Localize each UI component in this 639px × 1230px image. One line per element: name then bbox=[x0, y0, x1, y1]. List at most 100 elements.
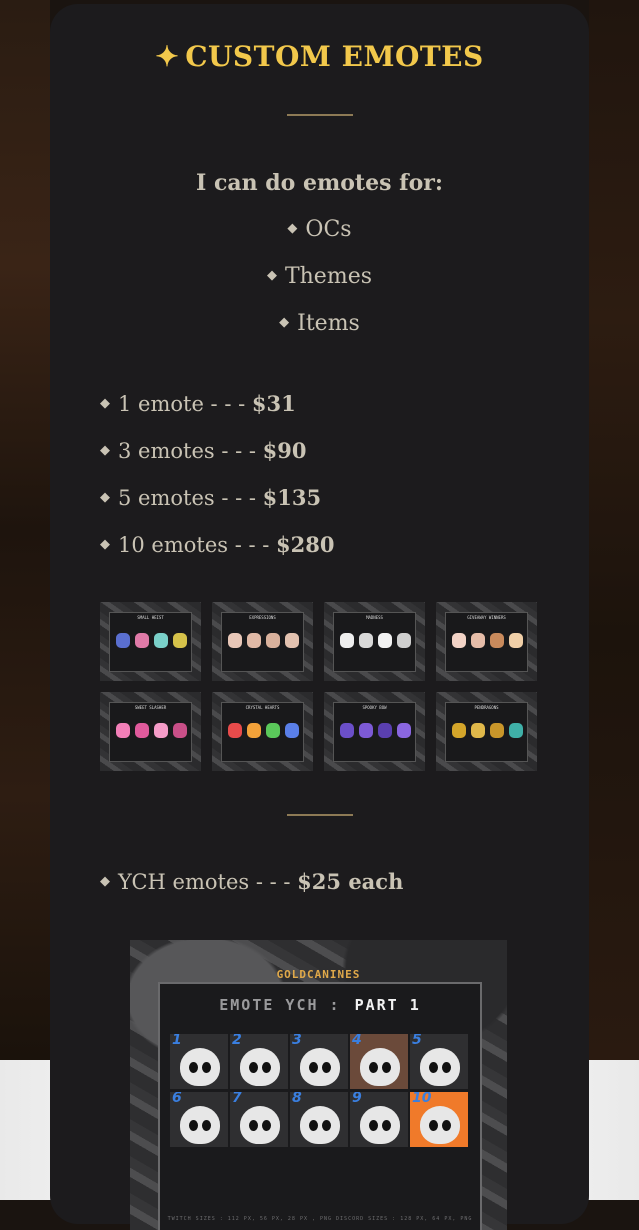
emote-example-thumbnail[interactable]: SPOOKY BOW bbox=[324, 692, 425, 771]
diamond-icon: ◆ bbox=[100, 537, 110, 552]
thumbnail-label: CRYSTAL HEARTS bbox=[245, 705, 280, 710]
emote-face bbox=[180, 1048, 220, 1086]
eye bbox=[262, 1062, 271, 1073]
thumbnail-panel: SWEET SLASHER bbox=[109, 702, 192, 762]
emote-preview bbox=[452, 723, 466, 738]
emote-number: 6 bbox=[172, 1092, 182, 1106]
ych-emote-cell: 10 bbox=[410, 1092, 468, 1147]
emote-preview bbox=[173, 723, 187, 738]
option-label: OCs bbox=[305, 217, 352, 242]
emote-preview bbox=[359, 633, 373, 648]
emote-face bbox=[240, 1106, 280, 1144]
sparkle-icon: ✦ bbox=[155, 40, 180, 73]
eye bbox=[249, 1062, 258, 1073]
emote-face bbox=[420, 1048, 460, 1086]
ych-heading: EMOTE YCH : PART 1 bbox=[160, 996, 480, 1014]
emote-preview bbox=[471, 723, 485, 738]
option-themes: ◆ Themes bbox=[50, 264, 589, 289]
price-value: $90 bbox=[262, 438, 307, 463]
price-value: $135 bbox=[262, 485, 322, 510]
thumbnail-label: GIVEAWAY WINNERS bbox=[467, 615, 506, 620]
ych-emote-cell: 1 bbox=[170, 1034, 228, 1089]
page-title-text: CUSTOM EMOTES bbox=[185, 40, 484, 73]
emote-face bbox=[240, 1048, 280, 1086]
emote-preview bbox=[509, 723, 523, 738]
emote-preview bbox=[116, 723, 130, 738]
eye bbox=[322, 1062, 331, 1073]
thumbnail-panel: CRYSTAL HEARTS bbox=[221, 702, 304, 762]
ych-preview-image[interactable]: GOLDCANINES EMOTE YCH : PART 1 TWITCH SIZ… bbox=[130, 940, 507, 1230]
eye bbox=[442, 1120, 451, 1131]
price-row-1: ◆ 1 emote - - - $31 bbox=[100, 391, 296, 416]
price-value: $25 each bbox=[297, 869, 404, 894]
thumbnail-panel: PENDRAGONS bbox=[445, 702, 528, 762]
emote-face bbox=[300, 1048, 340, 1086]
emote-preview bbox=[173, 633, 187, 648]
eye bbox=[262, 1120, 271, 1131]
thumbnail-label: EXPRESSIONS bbox=[249, 615, 276, 620]
thumbnail-panel: SPOOKY BOW bbox=[333, 702, 416, 762]
emote-number: 10 bbox=[412, 1092, 432, 1106]
eye bbox=[309, 1120, 318, 1131]
emote-preview bbox=[285, 723, 299, 738]
thumbnail-label: MADNESS bbox=[366, 615, 383, 620]
thumbnail-panel: EXPRESSIONS bbox=[221, 612, 304, 672]
diamond-icon: ◆ bbox=[287, 221, 298, 236]
emote-example-thumbnail[interactable]: SMALL HEIST bbox=[100, 602, 201, 681]
emote-number: 1 bbox=[172, 1034, 182, 1048]
diamond-icon: ◆ bbox=[100, 874, 110, 889]
emote-example-thumbnail[interactable]: SWEET SLASHER bbox=[100, 692, 201, 771]
thumbnail-panel: MADNESS bbox=[333, 612, 416, 672]
emote-number: 7 bbox=[232, 1092, 242, 1106]
thumbnail-label: SMALL HEIST bbox=[137, 615, 164, 620]
emote-preview bbox=[228, 723, 242, 738]
diamond-icon: ◆ bbox=[100, 396, 110, 411]
emote-example-thumbnail[interactable]: PENDRAGONS bbox=[436, 692, 537, 771]
eye bbox=[442, 1062, 451, 1073]
diamond-icon: ◆ bbox=[266, 268, 277, 283]
ych-emote-cell: 2 bbox=[230, 1034, 288, 1089]
diamond-icon: ◆ bbox=[100, 443, 110, 458]
emote-preview bbox=[154, 633, 168, 648]
thumbnail-label: PENDRAGONS bbox=[474, 705, 499, 710]
price-row-5: ◆ 5 emotes - - - $135 bbox=[100, 485, 321, 510]
emote-preview bbox=[340, 723, 354, 738]
price-label: 10 emotes - - - bbox=[118, 533, 277, 557]
eye bbox=[309, 1062, 318, 1073]
ych-emote-cell: 8 bbox=[290, 1092, 348, 1147]
emote-face bbox=[300, 1106, 340, 1144]
brand-logo: GOLDCANINES bbox=[276, 968, 361, 981]
divider-top bbox=[286, 114, 353, 116]
price-row-3: ◆ 3 emotes - - - $90 bbox=[100, 438, 307, 463]
ych-price-row: ◆ YCH emotes - - - $25 each bbox=[100, 869, 403, 894]
emote-example-thumbnail[interactable]: GIVEAWAY WINNERS bbox=[436, 602, 537, 681]
emote-number: 3 bbox=[292, 1034, 302, 1048]
eye bbox=[202, 1062, 211, 1073]
emote-preview bbox=[266, 633, 280, 648]
emote-preview bbox=[471, 633, 485, 648]
option-ocs: ◆ OCs bbox=[50, 217, 589, 242]
emote-preview bbox=[397, 633, 411, 648]
emote-example-thumbnail[interactable]: EXPRESSIONS bbox=[212, 602, 313, 681]
emote-preview bbox=[116, 633, 130, 648]
thumbnail-label: SWEET SLASHER bbox=[134, 705, 167, 710]
emote-example-thumbnail[interactable]: MADNESS bbox=[324, 602, 425, 681]
emote-preview bbox=[340, 633, 354, 648]
price-value: $280 bbox=[276, 532, 335, 557]
emote-preview bbox=[266, 723, 280, 738]
price-label: 3 emotes - - - bbox=[118, 439, 263, 463]
eye bbox=[369, 1062, 378, 1073]
eye bbox=[202, 1120, 211, 1131]
price-label: 1 emote - - - bbox=[118, 392, 252, 416]
eye bbox=[322, 1120, 331, 1131]
emote-example-thumbnail[interactable]: CRYSTAL HEARTS bbox=[212, 692, 313, 771]
content-card: ✦ CUSTOM EMOTES I can do emotes for: ◆ OCs… bbox=[50, 4, 589, 1230]
eye bbox=[429, 1120, 438, 1131]
diamond-icon: ◆ bbox=[279, 315, 290, 330]
emote-preview bbox=[359, 723, 373, 738]
emote-number: 9 bbox=[352, 1092, 362, 1106]
ych-panel: EMOTE YCH : PART 1 TWITCH SIZES : 112 PX,… bbox=[158, 982, 482, 1230]
emote-preview bbox=[154, 723, 168, 738]
emote-preview bbox=[490, 723, 504, 738]
emote-number: 5 bbox=[412, 1034, 422, 1048]
